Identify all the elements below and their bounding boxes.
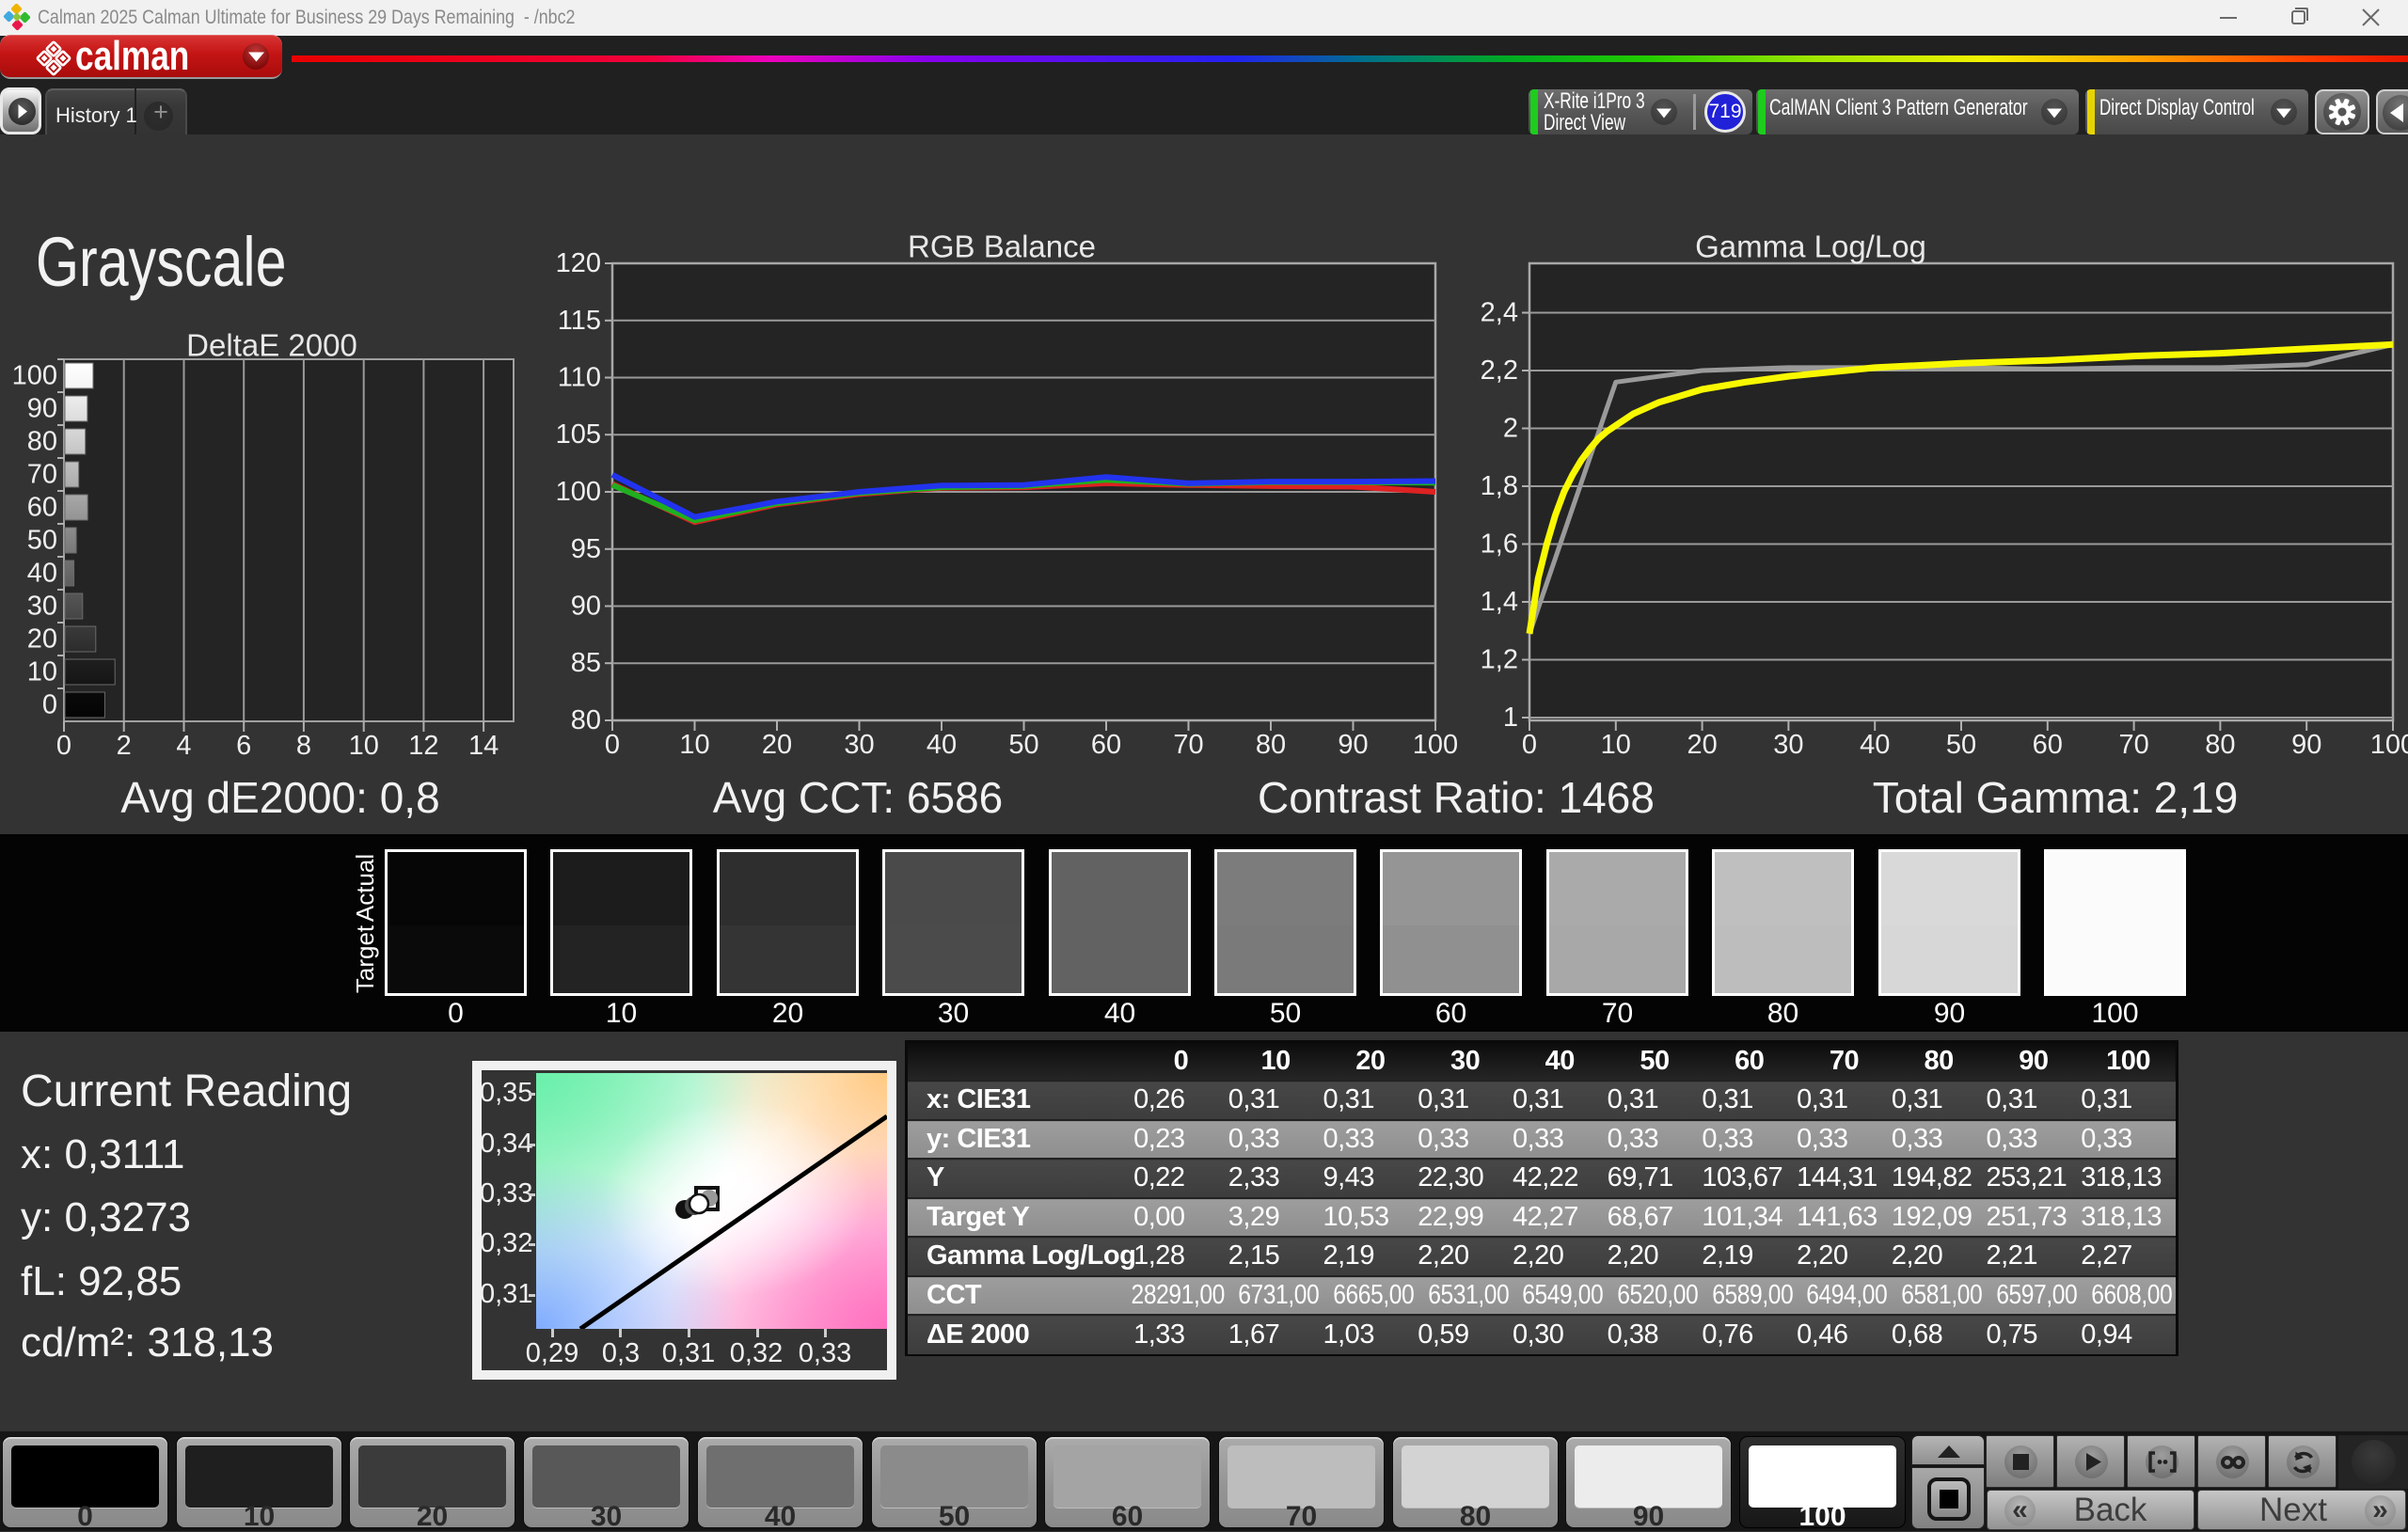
svg-text:40: 40 — [27, 559, 57, 589]
svg-text:2,4: 2,4 — [1481, 298, 1518, 328]
svg-text:20: 20 — [762, 730, 792, 760]
svg-text:105: 105 — [556, 419, 601, 450]
svg-text:95: 95 — [571, 534, 601, 564]
svg-text:50: 50 — [1008, 730, 1038, 760]
svg-text:20: 20 — [1687, 730, 1717, 760]
svg-text:90: 90 — [1338, 730, 1368, 760]
svg-text:Gamma Log/Log: Gamma Log/Log — [1695, 229, 1926, 264]
svg-text:Target: Target — [351, 924, 379, 993]
svg-text:1,6: 1,6 — [1481, 529, 1518, 560]
svg-text:6: 6 — [236, 731, 251, 761]
svg-text:85: 85 — [571, 648, 601, 678]
svg-text:100: 100 — [12, 361, 57, 391]
svg-text:70: 70 — [27, 460, 57, 490]
svg-text:60: 60 — [27, 493, 57, 523]
svg-text:100: 100 — [556, 477, 601, 507]
svg-text:14: 14 — [468, 731, 499, 761]
svg-text:30: 30 — [844, 730, 874, 760]
svg-text:90: 90 — [2291, 730, 2321, 760]
svg-text:DeltaE 2000: DeltaE 2000 — [186, 328, 357, 363]
svg-text:12: 12 — [408, 731, 438, 761]
svg-text:1,2: 1,2 — [1481, 645, 1518, 675]
svg-text:115: 115 — [558, 306, 601, 336]
svg-text:0: 0 — [1522, 730, 1537, 760]
svg-text:4: 4 — [176, 731, 191, 761]
svg-text:80: 80 — [571, 705, 601, 735]
svg-text:0: 0 — [56, 731, 71, 761]
svg-text:80: 80 — [1256, 730, 1286, 760]
svg-text:8: 8 — [296, 731, 311, 761]
svg-text:2,2: 2,2 — [1481, 355, 1518, 386]
svg-text:2: 2 — [117, 731, 132, 761]
svg-text:10: 10 — [679, 730, 709, 760]
svg-text:10: 10 — [349, 731, 379, 761]
svg-text:100: 100 — [2370, 730, 2408, 760]
svg-text:40: 40 — [1860, 730, 1890, 760]
svg-text:70: 70 — [1173, 730, 1203, 760]
svg-text:80: 80 — [2205, 730, 2235, 760]
svg-text:70: 70 — [2118, 730, 2148, 760]
svg-text:0: 0 — [605, 730, 620, 760]
svg-text:30: 30 — [27, 592, 57, 622]
svg-text:60: 60 — [1091, 730, 1121, 760]
svg-text:110: 110 — [558, 363, 601, 393]
svg-text:90: 90 — [571, 592, 601, 622]
svg-text:2: 2 — [1503, 414, 1518, 444]
svg-text:60: 60 — [2033, 730, 2063, 760]
svg-text:10: 10 — [1601, 730, 1631, 760]
svg-text:100: 100 — [1413, 730, 1458, 760]
svg-text:1: 1 — [1503, 703, 1518, 733]
svg-text:1,8: 1,8 — [1481, 471, 1518, 501]
svg-text:RGB Balance: RGB Balance — [908, 229, 1096, 264]
svg-text:0: 0 — [42, 690, 57, 720]
svg-text:20: 20 — [27, 624, 57, 655]
svg-text:50: 50 — [27, 526, 57, 556]
svg-text:1,4: 1,4 — [1481, 587, 1518, 617]
svg-text:Actual: Actual — [351, 854, 379, 922]
svg-text:90: 90 — [27, 394, 57, 424]
svg-text:10: 10 — [27, 657, 57, 687]
svg-text:40: 40 — [927, 730, 957, 760]
svg-text:120: 120 — [556, 248, 601, 278]
svg-text:80: 80 — [27, 427, 57, 457]
svg-text:50: 50 — [1946, 730, 1976, 760]
svg-text:30: 30 — [1773, 730, 1803, 760]
